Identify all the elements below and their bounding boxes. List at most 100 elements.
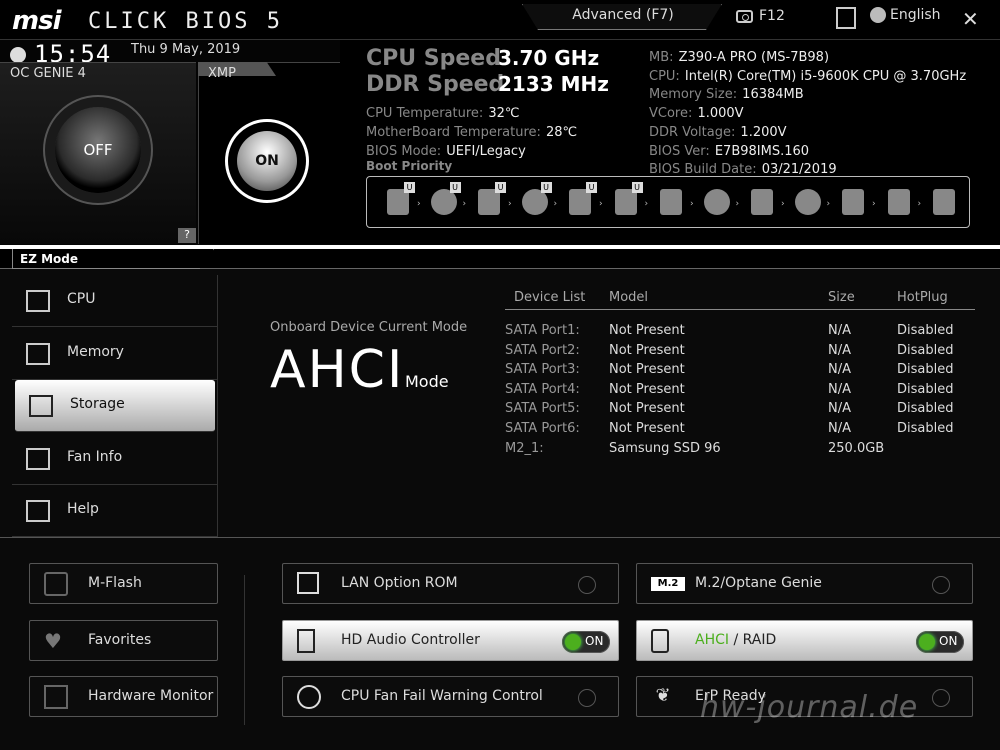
- nav-label: Storage: [70, 396, 125, 413]
- usb-hdd-icon[interactable]: [745, 186, 779, 220]
- boot-arrow: ›: [462, 199, 467, 209]
- nav-item-fan-info[interactable]: Fan Info: [12, 433, 218, 485]
- sysinfo-value: 1.000V: [697, 106, 744, 122]
- table-cell: N/A: [828, 342, 851, 358]
- table-cell: SATA Port1:: [505, 323, 580, 338]
- table-cell: N/A: [828, 421, 851, 436]
- mflash-button[interactable]: M-Flash: [29, 563, 218, 604]
- nav-label: Help: [67, 501, 99, 518]
- uefi-badge: U: [404, 182, 415, 193]
- ahci-raid-toggle[interactable]: ON: [916, 631, 964, 653]
- hotkey-icon: [26, 500, 50, 523]
- nav-item-storage[interactable]: Storage: [15, 380, 215, 433]
- sysinfo-label: DDR Voltage:: [649, 124, 736, 140]
- device-shape: [842, 189, 864, 215]
- hdd-icon[interactable]: [654, 186, 688, 220]
- clock-icon: [10, 47, 26, 63]
- m2-optane-toggle[interactable]: [932, 576, 950, 594]
- device-shape: [887, 189, 910, 215]
- table-header-line: [505, 309, 975, 310]
- table-cell: SATA Port3:: [505, 362, 580, 378]
- table-cell: Disabled: [897, 362, 954, 378]
- screenshot-button[interactable]: F12: [736, 8, 785, 24]
- usb-flash-icon: [44, 572, 68, 596]
- sysinfo-value: 16384MB: [742, 87, 804, 103]
- device-shape: [703, 189, 730, 215]
- storage-icon: [29, 395, 53, 418]
- table-cell: Disabled: [897, 342, 954, 358]
- sysinfo-value: 03/21/2019: [761, 162, 837, 178]
- usb-floppy-icon[interactable]: [882, 186, 916, 220]
- close-button[interactable]: ✕: [962, 7, 979, 31]
- globe-icon: [870, 7, 886, 23]
- usb-optical-icon[interactable]: U: [518, 182, 552, 220]
- ahci-raid-button[interactable]: AHCI / RAID ON: [636, 620, 973, 661]
- sysinfo-label: MB:: [649, 50, 674, 65]
- erp-toggle[interactable]: [932, 689, 950, 707]
- search-icon[interactable]: [836, 7, 856, 29]
- m2-icon: M.2: [651, 577, 685, 591]
- usb-optical-icon[interactable]: [791, 186, 825, 220]
- table-cell: N/A: [828, 381, 851, 397]
- table-cell: 250.0GB: [828, 440, 885, 456]
- cpu-temp: CPU Temperature: 32℃: [366, 106, 520, 121]
- nav-item-cpu[interactable]: CPU: [12, 275, 218, 327]
- language-button[interactable]: English: [870, 7, 941, 23]
- sysinfo-line: BIOS Ver: E7B98IMS.160: [649, 140, 809, 159]
- hd-audio-toggle[interactable]: ON: [562, 631, 610, 653]
- usb-key-icon[interactable]: [836, 186, 870, 220]
- nav-item-help[interactable]: Help: [12, 485, 218, 538]
- hardware-monitor-button[interactable]: Hardware Monitor: [29, 676, 218, 717]
- section-divider: [0, 537, 1000, 538]
- cpu-speed-value: 3.70 GHz: [498, 46, 600, 70]
- msi-logo: msi: [12, 6, 61, 36]
- boot-arrow: ›: [735, 199, 740, 209]
- table-row: SATA Port2: Not Present N/A Disabled: [505, 343, 975, 362]
- table-cell: Disabled: [897, 381, 954, 397]
- optical-icon[interactable]: [700, 186, 734, 220]
- oc-genie-label: OC GENIE 4: [10, 66, 86, 81]
- usb-key-icon[interactable]: U: [563, 182, 597, 220]
- sysinfo-label: Memory Size:: [649, 87, 738, 103]
- lan-rom-toggle[interactable]: [578, 576, 596, 594]
- table-cell: Not Present: [609, 381, 685, 397]
- sysinfo-value: 1.200V: [740, 124, 787, 140]
- table-cell: SATA Port5:: [505, 401, 580, 417]
- lan-option-rom-button[interactable]: LAN Option ROM: [282, 563, 619, 604]
- uefi-badge: U: [586, 182, 597, 193]
- memory-icon: [26, 342, 50, 365]
- nav-label: CPU: [67, 291, 96, 307]
- ez-mode-band: [0, 245, 1000, 249]
- m2-optane-button[interactable]: M.2 M.2/Optane Genie: [636, 563, 973, 604]
- cpu-icon: [26, 290, 50, 312]
- boot-priority-label: Boot Priority: [366, 159, 453, 173]
- uefi-badge: U: [631, 182, 643, 193]
- network-icon[interactable]: U: [609, 182, 643, 220]
- sysinfo-label: BIOS Ver:: [649, 143, 710, 159]
- ddr-speed-value: 2133 MHz: [498, 72, 609, 96]
- heart-icon: ♥: [44, 629, 62, 653]
- network-icon: [297, 572, 319, 594]
- advanced-tab-label[interactable]: Advanced (F7): [560, 7, 686, 23]
- toggle-dot: [565, 634, 581, 650]
- optical-icon[interactable]: U: [427, 182, 461, 220]
- network-icon[interactable]: [927, 186, 961, 220]
- device-shape: [751, 189, 773, 215]
- fan-warning-icon: [297, 685, 321, 709]
- cpu-fan-warn-toggle[interactable]: [578, 689, 596, 707]
- table-cell: SATA Port6:: [505, 421, 580, 436]
- table-cell: Samsung SSD 96: [609, 440, 721, 456]
- cpu-fan-warning-button[interactable]: CPU Fan Fail Warning Control: [282, 676, 619, 717]
- sysinfo-line: BIOS Build Date: 03/21/2019: [649, 158, 837, 177]
- usb-hdd-icon[interactable]: U: [472, 182, 506, 220]
- nav-item-memory[interactable]: Memory: [12, 328, 218, 380]
- table-cell: Not Present: [609, 342, 685, 358]
- favorites-button[interactable]: ♥ Favorites: [29, 620, 218, 661]
- button-column-divider: [244, 575, 245, 725]
- table-cell: SATA Port4:: [505, 381, 580, 397]
- help-button[interactable]: ?: [178, 228, 196, 243]
- table-cell: N/A: [828, 401, 851, 417]
- hdd-icon[interactable]: U: [381, 182, 415, 220]
- uefi-badge: U: [540, 182, 552, 193]
- hd-audio-button[interactable]: HD Audio Controller ON: [282, 620, 619, 661]
